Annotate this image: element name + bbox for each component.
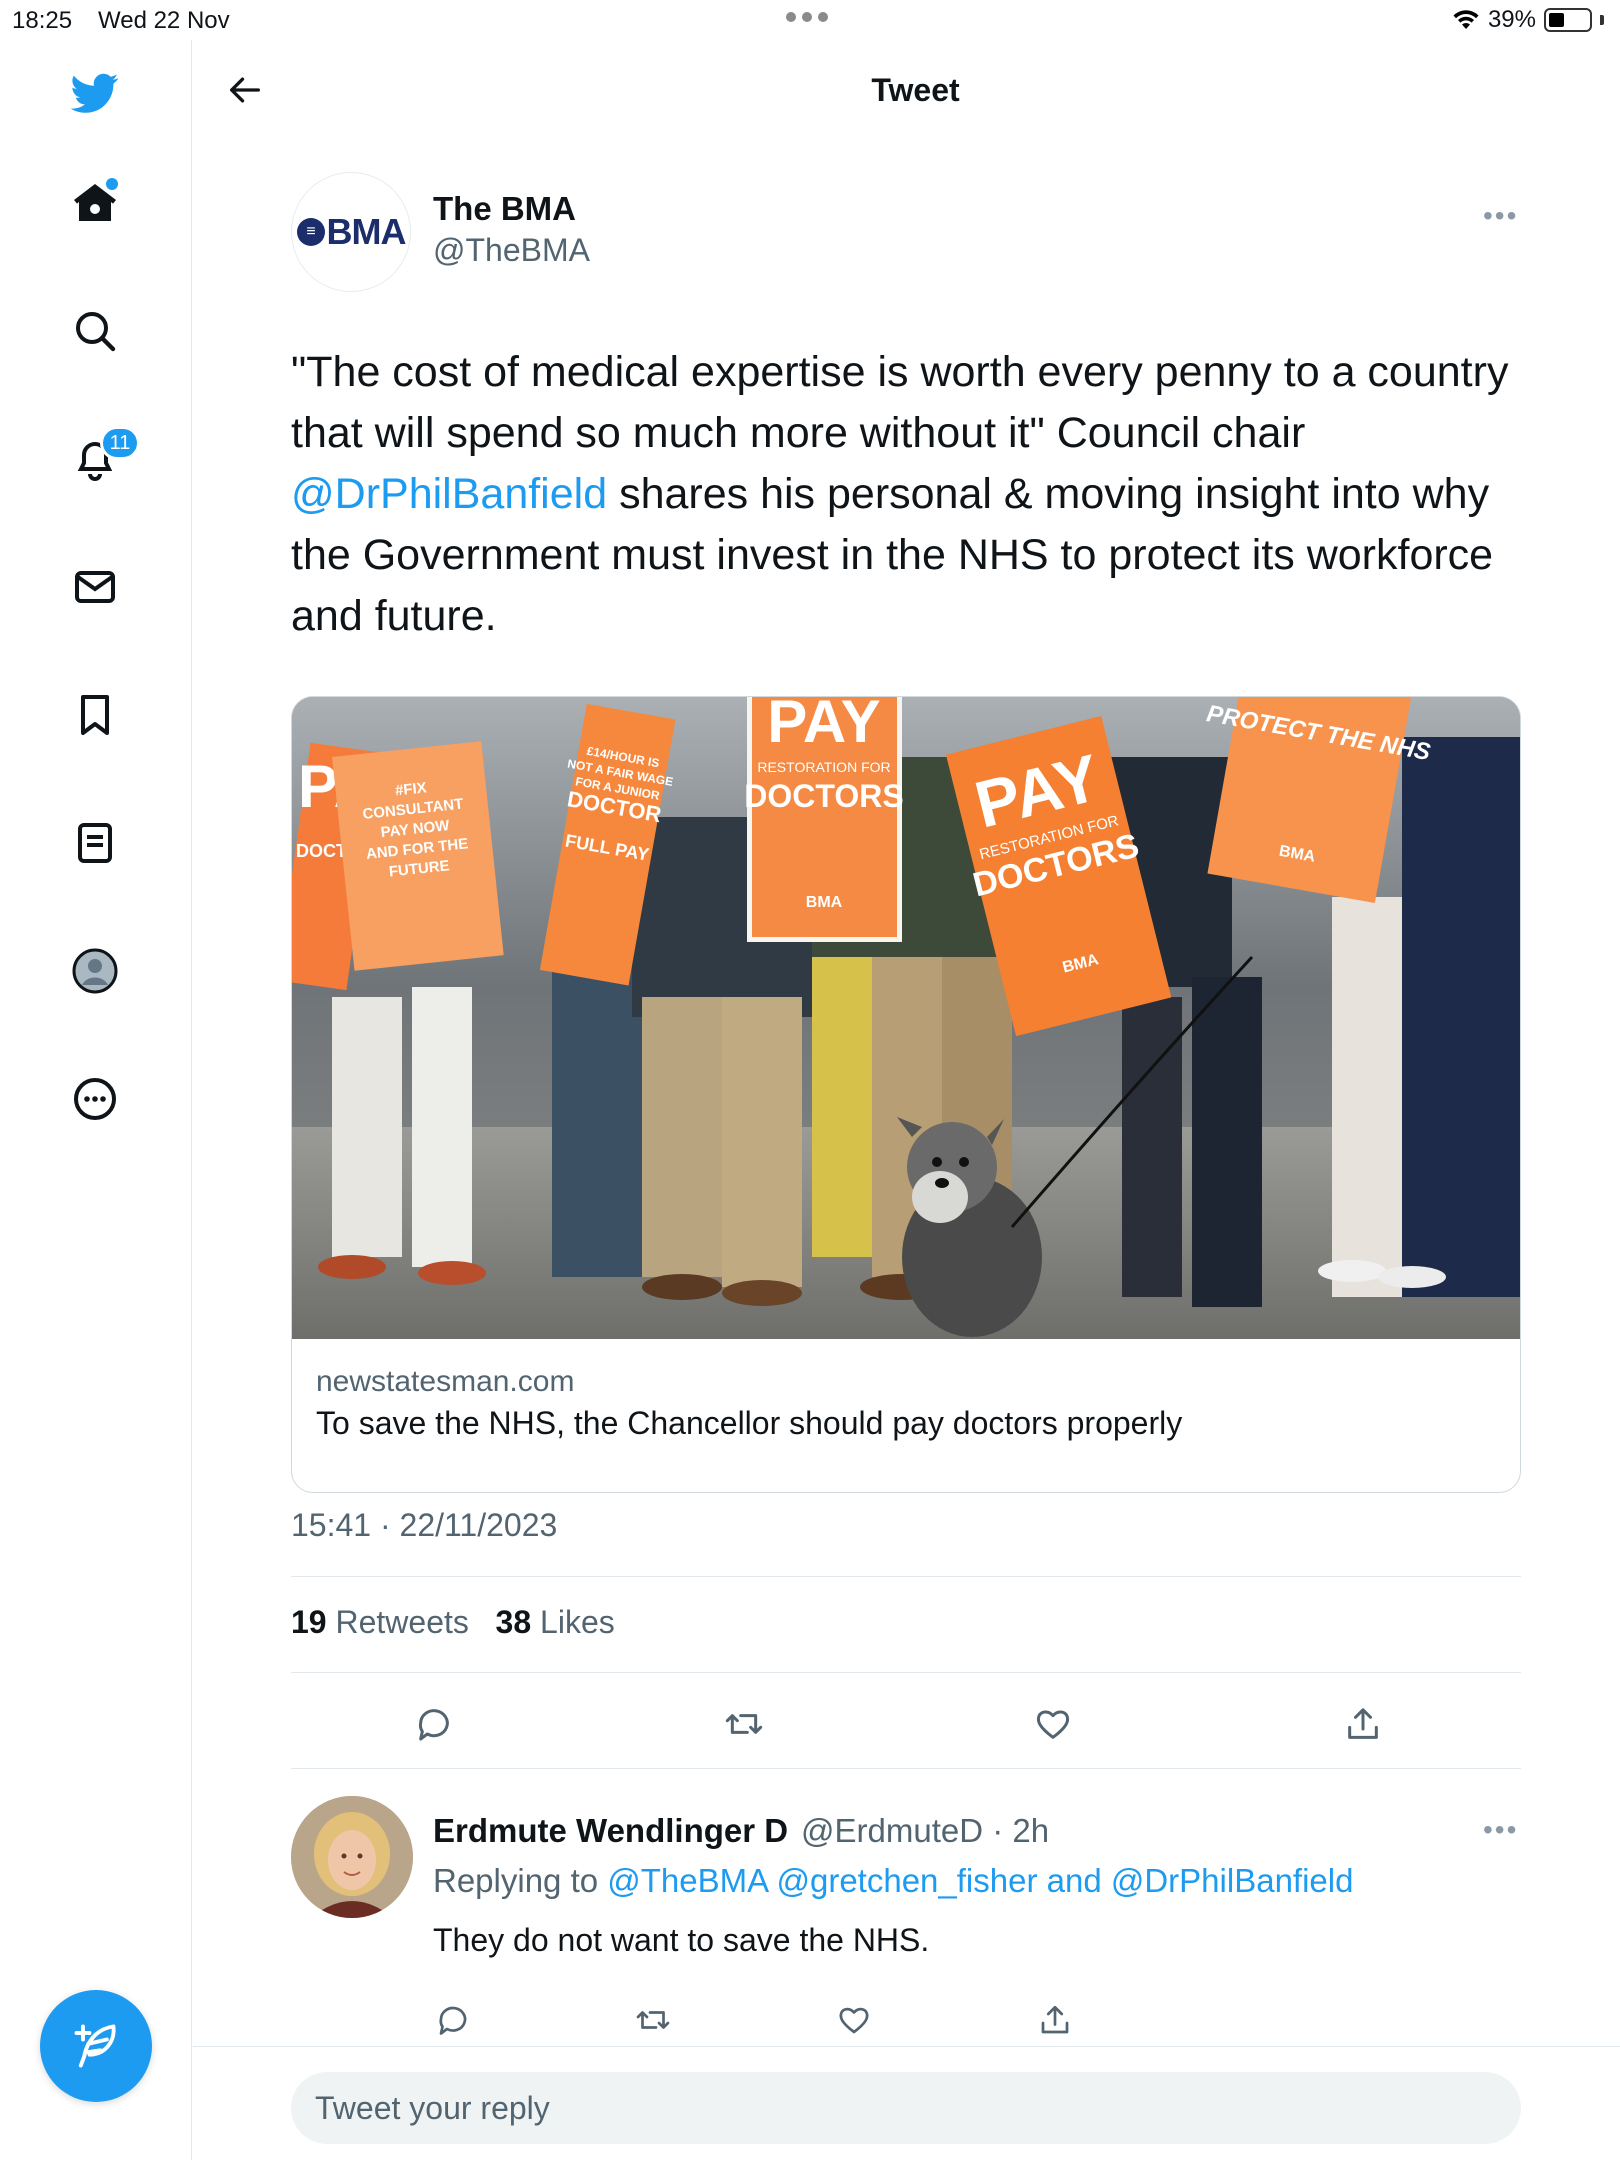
compose-tweet-button[interactable] — [40, 1990, 152, 2102]
tweet-more-options-icon[interactable]: ••• — [1483, 200, 1518, 232]
more-ellipsis-circle-icon[interactable] — [62, 1066, 128, 1132]
home-unread-dot — [106, 178, 118, 190]
bookmark-icon[interactable] — [62, 682, 128, 748]
notification-badge: 11 — [100, 426, 140, 460]
author-handle[interactable]: @TheBMA — [433, 232, 590, 269]
replying-to: Replying to @TheBMA @gretchen_fisher and… — [433, 1862, 1353, 1900]
likes-count: 38 — [495, 1604, 532, 1640]
reply-icon[interactable] — [406, 1696, 462, 1752]
protest-photo: PA DOCTORS #FIXCONSULTANTPAY NOWAND FOR … — [292, 697, 1520, 1339]
card-title[interactable]: To save the NHS, the Chancellor should p… — [316, 1405, 1182, 1442]
sign-text: DOCTORS — [744, 778, 903, 814]
avatar-logo-text: BMA — [326, 211, 407, 252]
bma-logo-icon: ≡ — [296, 218, 325, 246]
reply-text: They do not want to save the NHS. — [433, 1922, 930, 1958]
profile-avatar-icon[interactable] — [62, 938, 128, 1004]
tweet-text-part: "The cost of medical expertise is worth … — [291, 348, 1509, 457]
reply-retweet-icon[interactable] — [629, 1996, 677, 2044]
author-name[interactable]: The BMA — [433, 190, 576, 228]
status-time: 18:25 — [12, 7, 73, 34]
wifi-icon — [1453, 10, 1479, 29]
sidebar: 11 — [0, 40, 192, 2160]
retweets-label: Retweets — [335, 1604, 469, 1640]
battery-percent: 39% — [1487, 6, 1536, 33]
mention-link[interactable]: @DrPhilBanfield — [291, 470, 607, 518]
envelope-icon[interactable] — [62, 554, 128, 620]
reply-author-name[interactable]: Erdmute Wendlinger D — [433, 1812, 788, 1850]
sign-text: PAY — [767, 697, 880, 755]
divider — [291, 1576, 1521, 1577]
author-avatar[interactable]: ≡ BMA — [291, 172, 411, 292]
battery-icon — [1544, 8, 1592, 32]
engagement-stats: 19 Retweets 38 Likes — [291, 1604, 615, 1641]
likes-stat[interactable]: 38 Likes — [496, 1604, 615, 1640]
status-right: 39% — [1452, 6, 1604, 34]
card-domain: newstatesman.com — [316, 1365, 575, 1398]
main-column: Tweet ≡ BMA The BMA @TheBMA ••• "The cost… — [193, 40, 1620, 2160]
list-icon[interactable] — [62, 810, 128, 876]
status-bar: 18:25 Wed 22 Nov 39% — [0, 0, 1620, 40]
likes-label: Likes — [540, 1604, 615, 1640]
reply-composer[interactable] — [291, 2072, 1521, 2144]
link-card[interactable]: PA DOCTORS #FIXCONSULTANTPAY NOWAND FOR … — [291, 696, 1521, 1493]
reply-reply-icon[interactable] — [429, 1996, 477, 2044]
reply-more-options-icon[interactable]: ••• — [1483, 1814, 1518, 1846]
divider — [291, 1672, 1521, 1673]
like-heart-icon[interactable] — [1025, 1696, 1081, 1752]
tweet-text: "The cost of medical expertise is worth … — [291, 342, 1541, 647]
status-date: Wed 22 Nov — [98, 7, 230, 34]
divider — [291, 1768, 1521, 1769]
retweets-count: 19 — [291, 1604, 327, 1640]
replying-prefix: Replying to — [433, 1862, 608, 1899]
multitasking-dots-icon[interactable] — [786, 12, 828, 22]
notifications-bell-icon[interactable]: 11 — [62, 426, 140, 492]
reply-input[interactable] — [291, 2072, 1521, 2144]
retweets-stat[interactable]: 19 Retweets — [291, 1604, 469, 1640]
reply-like-heart-icon[interactable] — [830, 1996, 878, 2044]
reply-author-handle[interactable]: @ErdmuteD · 2h — [801, 1812, 1049, 1850]
card-image[interactable]: PA DOCTORS #FIXCONSULTANTPAY NOWAND FOR … — [292, 697, 1520, 1339]
share-icon[interactable] — [1335, 1696, 1391, 1752]
reply-author-avatar[interactable] — [291, 1796, 413, 1918]
sign-text: RESTORATION FOR — [757, 759, 890, 775]
feather-plus-icon — [74, 2024, 116, 2068]
divider — [193, 2046, 1620, 2047]
twitter-logo-icon[interactable] — [62, 60, 128, 126]
reply-share-icon[interactable] — [1031, 1996, 1079, 2044]
replying-mentions[interactable]: @TheBMA @gretchen_fisher and @DrPhilBanf… — [607, 1862, 1353, 1899]
sign-text: BMA — [806, 894, 843, 911]
search-icon[interactable] — [62, 298, 128, 364]
header: Tweet — [193, 40, 1620, 140]
tweet-timestamp[interactable]: 15:41 · 22/11/2023 — [291, 1507, 557, 1544]
page-title: Tweet — [871, 72, 960, 108]
retweet-icon[interactable] — [716, 1696, 772, 1752]
home-icon[interactable] — [62, 170, 128, 236]
